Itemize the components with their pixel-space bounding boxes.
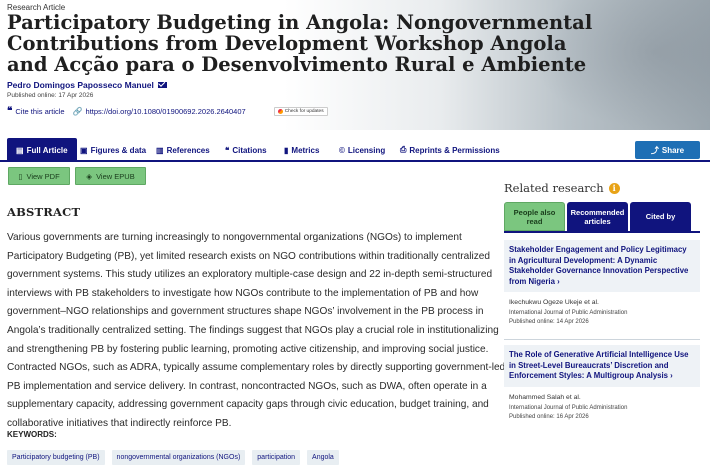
quote-icon: ❝ [7,105,13,117]
tab-label: Metrics [291,145,320,155]
tab-full-article[interactable]: ▤ Full Article [7,138,77,162]
abstract-heading: ABSTRACT [7,205,81,219]
related-title-text: The Role of Generative Artificial Intell… [509,350,689,380]
related-article-card[interactable]: The Role of Generative Artificial Intell… [504,345,700,426]
related-research-heading: Related research i [504,181,620,195]
related-article-journal: International Journal of Public Administ… [509,404,628,411]
download-buttons: ▯ View PDF ◈ View EPUB [8,167,146,185]
view-epub-button[interactable]: ◈ View EPUB [75,167,146,185]
info-icon[interactable]: i [608,182,620,194]
tab-references[interactable]: ▥ References [156,138,210,162]
abstract-text: Various governments are turning increasi… [7,232,506,429]
keywords-list: Participatory budgeting (PB) nongovernme… [7,450,339,465]
keyword-chip[interactable]: Angola [307,450,339,465]
doi-link[interactable]: 🔗 https://doi.org/10.1080/01900692.2026.… [73,107,246,116]
author-line: Pedro Domingos Paposseco Manuel [7,80,167,90]
view-epub-label: View EPUB [96,171,135,181]
tab-reprints-permissions[interactable]: ⎙ Reprints & Permissions [400,138,500,162]
tab-label: Full Article [26,145,68,155]
cite-label: Cite this article [15,107,65,116]
article-tab-bar: ▤ Full Article ▣ Figures & data ▥ Refere… [0,138,710,162]
related-article-authors: Mohammed Salah et al. [509,393,581,401]
keyword-chip[interactable]: Participatory budgeting (PB) [7,450,105,465]
book-icon: ▥ [156,145,164,155]
citation-row: ❝ Cite this article 🔗 https://doi.org/10… [7,105,328,117]
tab-licensing[interactable]: © Licensing [339,138,385,162]
related-article-authors: Ikechukwu Ogeze Ukeje et al. [509,299,599,306]
tab-citations[interactable]: ❝ Citations [225,138,267,162]
link-icon: 🔗 [72,107,83,116]
epub-file-icon: ◈ [86,171,93,181]
printer-icon: ⎙ [400,145,407,154]
published-date: Published online: 17 Apr 2026 [7,92,94,99]
tab-figures-data[interactable]: ▣ Figures & data [80,138,146,162]
keyword-chip[interactable]: nongovernmental organizations (NGOs) [111,450,246,465]
related-article-title[interactable]: Stakeholder Engagement and Policy Legiti… [504,240,700,292]
related-article-date: Published online: 14 Apr 2026 [509,319,589,325]
related-article-date: Published online: 16 Apr 2026 [509,413,589,420]
related-tabs-underline [504,231,700,233]
chevron-right-icon: › [670,371,673,380]
copyright-icon: © [339,145,345,155]
tab-label: Reprints & Permissions [409,145,500,155]
cite-this-article-link[interactable]: ❝ Cite this article [7,105,65,117]
tab-cited-by[interactable]: Cited by [630,202,691,231]
updates-badge-label: Check for updates [284,109,324,114]
tab-label: Citations [232,145,267,155]
related-article-title[interactable]: The Role of Generative Artificial Intell… [504,345,700,387]
keyword-chip[interactable]: participation [252,450,301,465]
tab-label: Figures & data [90,145,147,155]
related-article-journal: International Journal of Public Administ… [509,310,628,316]
tab-people-also-read[interactable]: People also read [504,202,565,231]
share-label: Share [661,145,685,155]
author-name[interactable]: Pedro Domingos Paposseco Manuel [7,80,154,90]
bar-chart-icon: ▮ [284,145,289,155]
related-article-card[interactable]: Stakeholder Engagement and Policy Legiti… [504,240,700,331]
chevron-right-icon: › [557,276,560,286]
image-icon: ▣ [80,145,88,155]
crossmark-icon [277,109,283,114]
keywords-heading: KEYWORDS: [7,430,57,439]
check-for-updates-badge[interactable]: Check for updates [273,107,328,116]
related-tabs: People also read Recommended articles Ci… [504,202,691,231]
related-heading-text: Related research [504,181,604,195]
article-title: Participatory Budgeting in Angola: Nongo… [7,11,593,76]
tab-label: References [166,145,210,155]
share-button[interactable]: ⤴ Share [635,141,700,159]
quote-icon: ❝ [225,145,230,155]
tab-label: Licensing [347,145,386,155]
tab-metrics[interactable]: ▮ Metrics [284,138,319,162]
envelope-icon[interactable] [157,82,167,88]
share-icon: ⤴ [650,145,659,155]
document-icon: ▤ [16,145,24,155]
card-divider [504,339,700,340]
doi-text: https://doi.org/10.1080/01900692.2026.26… [85,107,246,116]
pdf-file-icon: ▯ [18,171,23,181]
related-title-text: Stakeholder Engagement and Policy Legiti… [509,245,689,286]
view-pdf-label: View PDF [26,171,60,181]
view-pdf-button[interactable]: ▯ View PDF [8,167,70,185]
tab-recommended-articles[interactable]: Recommended articles [567,202,628,231]
